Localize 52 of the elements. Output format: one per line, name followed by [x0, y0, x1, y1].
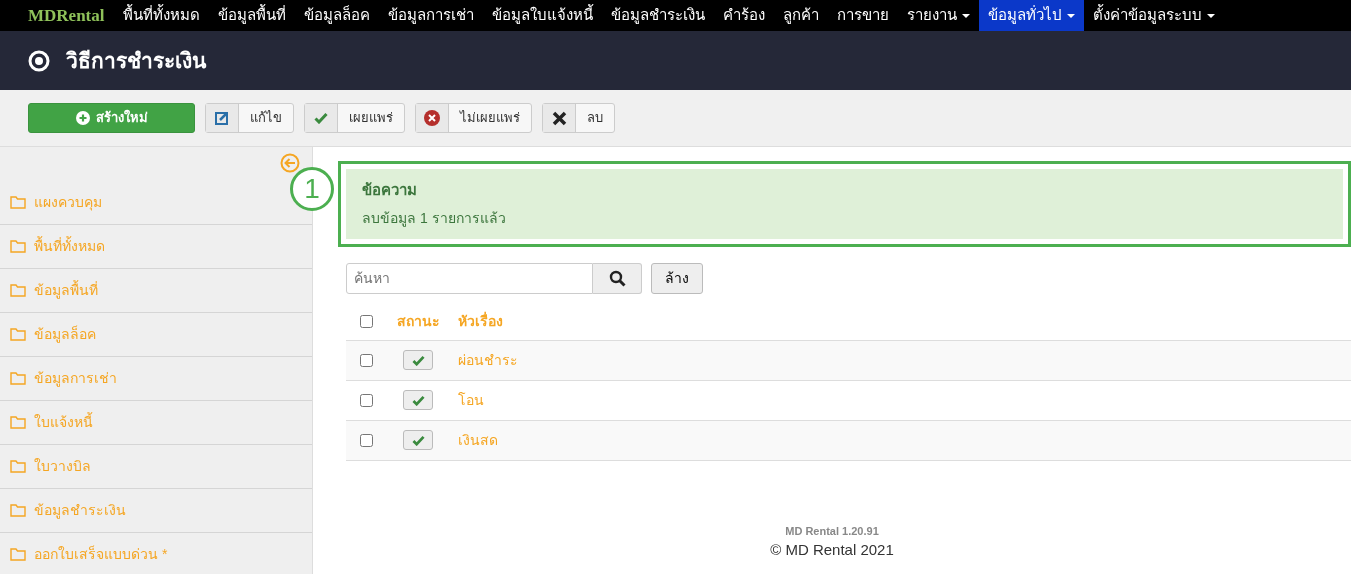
- page-title: วิธีการชำระเงิน: [66, 47, 206, 74]
- nav-link[interactable]: ลูกค้า: [774, 0, 829, 31]
- search-button[interactable]: [593, 262, 642, 294]
- status-toggle[interactable]: [403, 430, 433, 450]
- folder-icon: [10, 504, 26, 517]
- edit-button[interactable]: แก้ไข: [205, 103, 294, 133]
- copyright-text: © MD Rental 2021: [769, 540, 895, 560]
- row-checkbox[interactable]: [359, 433, 373, 447]
- nav-link[interactable]: การขาย: [828, 0, 899, 31]
- status-toggle[interactable]: [403, 390, 433, 410]
- brand-logo[interactable]: MDRental: [18, 0, 115, 31]
- nav-link[interactable]: ข้อมูลทั่วไป: [979, 0, 1085, 31]
- folder-icon: [10, 416, 26, 429]
- nav-link[interactable]: ข้อมูลใบแจ้งหนี้: [483, 0, 603, 31]
- annotation-number: 1: [290, 167, 334, 211]
- unpublish-button[interactable]: ไม่เผยแพร่: [415, 103, 532, 133]
- delete-button[interactable]: ลบ: [542, 103, 615, 133]
- check-icon: [411, 354, 425, 366]
- alert-text: ลบข้อมูล 1 รายการแล้ว: [362, 209, 506, 226]
- check-icon: [411, 394, 425, 406]
- nav-link[interactable]: ข้อมูลพื้นที่: [209, 0, 296, 31]
- publish-button[interactable]: เผยแพร่: [304, 103, 405, 133]
- select-all-checkbox[interactable]: [359, 315, 373, 328]
- clear-button[interactable]: ล้าง: [651, 262, 703, 294]
- alert-title: ข้อความ: [362, 180, 418, 200]
- folder-icon: [10, 328, 26, 341]
- folder-icon: [10, 240, 26, 253]
- folder-icon: [10, 196, 26, 209]
- nav-link[interactable]: รายงาน: [898, 0, 980, 31]
- folder-icon: [10, 372, 26, 385]
- plus-icon: [75, 111, 90, 125]
- edit-icon: [215, 111, 229, 125]
- folder-icon: [10, 548, 26, 561]
- row-checkbox[interactable]: [359, 393, 373, 407]
- nav-link[interactable]: ข้อมูลการเช่า: [379, 0, 484, 31]
- nav-link[interactable]: ข้อมูลชำระเงิน: [602, 0, 715, 31]
- check-icon: [314, 112, 328, 124]
- folder-icon: [10, 460, 26, 473]
- search-field[interactable]: ค้นหา: [346, 262, 593, 294]
- target-icon: [28, 49, 50, 72]
- search-icon: [608, 269, 626, 287]
- status-toggle[interactable]: [403, 350, 433, 370]
- nav-link[interactable]: ข้อมูลล็อค: [295, 0, 380, 31]
- row-checkbox[interactable]: [359, 353, 373, 367]
- check-icon: [411, 434, 425, 446]
- version-text: MD Rental 1.20.91: [784, 523, 880, 539]
- nav-link[interactable]: คำร้อง: [714, 0, 775, 31]
- cancel-icon: [424, 110, 440, 126]
- nav-link[interactable]: พื้นที่ทั้งหมด: [114, 0, 210, 31]
- folder-icon: [10, 284, 26, 297]
- close-icon: [551, 110, 567, 126]
- nav-link[interactable]: ตั้งค่าข้อมูลระบบ: [1084, 0, 1225, 31]
